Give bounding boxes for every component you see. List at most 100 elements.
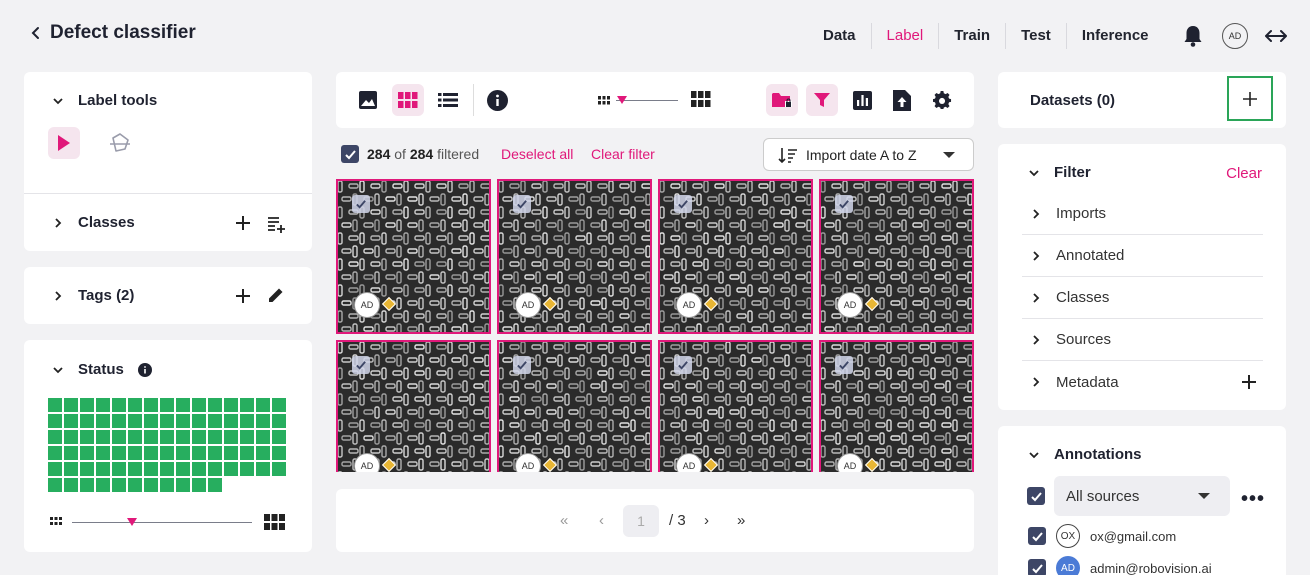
next-page-icon[interactable]: › — [704, 512, 709, 529]
nav-inference[interactable]: Inference — [1067, 23, 1164, 49]
settings-button[interactable] — [926, 84, 958, 116]
tile-checkbox[interactable] — [352, 195, 370, 213]
image-view-button[interactable] — [352, 84, 384, 116]
status-zoom-thumb[interactable] — [127, 518, 137, 526]
large-grid-icon[interactable] — [264, 514, 285, 530]
nav-train[interactable]: Train — [939, 23, 1007, 49]
image-tile[interactable]: AD — [819, 179, 974, 334]
annotations-header[interactable]: Annotations — [1028, 446, 1142, 463]
tile-avatar: AD — [837, 453, 863, 472]
chevron-right-icon — [55, 290, 62, 301]
polygon-tool-button[interactable] — [104, 127, 136, 159]
status-zoom-slider[interactable] — [72, 522, 252, 523]
status-cell — [160, 414, 174, 428]
list-view-button[interactable] — [432, 84, 464, 116]
image-tile[interactable]: AD — [336, 179, 491, 334]
all-sources-checkbox[interactable] — [1027, 487, 1045, 505]
user-avatar[interactable]: AD — [1222, 23, 1248, 49]
tile-avatar: AD — [515, 292, 541, 318]
sort-dropdown[interactable]: Import date A to Z — [763, 138, 974, 171]
filter-header[interactable]: Filter — [1028, 164, 1091, 181]
filter-item-metadata[interactable]: Metadata — [1022, 361, 1263, 403]
tile-checkbox[interactable] — [513, 195, 531, 213]
prev-page-icon[interactable]: ‹ — [599, 512, 604, 529]
tile-checkbox[interactable] — [352, 356, 370, 374]
tile-checkbox[interactable] — [674, 195, 692, 213]
folder-lock-button[interactable] — [766, 84, 798, 116]
status-header[interactable]: Status — [52, 361, 152, 378]
large-grid-icon[interactable] — [691, 91, 711, 107]
status-cell — [256, 414, 270, 428]
filter-button[interactable] — [806, 84, 838, 116]
status-cell — [64, 398, 78, 412]
edit-tags-icon[interactable] — [266, 285, 286, 305]
image-tile[interactable]: AD — [336, 340, 491, 472]
clear-filter-link[interactable]: Clear filter — [591, 146, 655, 162]
check-icon — [678, 200, 688, 209]
nav-label[interactable]: Label — [872, 23, 940, 49]
filter-item-label: Metadata — [1056, 373, 1119, 391]
status-cell — [256, 462, 270, 476]
deselect-all-link[interactable]: Deselect all — [501, 146, 573, 162]
small-grid-icon[interactable] — [598, 96, 610, 105]
image-tile[interactable]: AD — [658, 340, 813, 472]
status-cell — [80, 398, 94, 412]
grid-view-button[interactable] — [392, 84, 424, 116]
chart-button[interactable] — [846, 84, 878, 116]
tile-checkbox[interactable] — [674, 356, 692, 374]
tags-header[interactable]: Tags (2) — [52, 287, 134, 304]
add-class-list-icon[interactable] — [266, 214, 286, 234]
filter-item-sources[interactable]: Sources — [1022, 319, 1263, 361]
nav-test[interactable]: Test — [1006, 23, 1067, 49]
info-button[interactable] — [481, 84, 513, 116]
tile-checkbox[interactable] — [835, 195, 853, 213]
status-cell — [80, 430, 94, 444]
label-tools-header[interactable]: Label tools — [52, 92, 157, 109]
tile-checkbox[interactable] — [835, 356, 853, 374]
add-metadata-icon[interactable] — [1241, 374, 1257, 390]
add-class-icon[interactable] — [234, 214, 252, 232]
upload-button[interactable] — [886, 84, 918, 116]
first-page-icon[interactable]: « — [560, 512, 568, 529]
annotator-checkbox[interactable] — [1028, 559, 1046, 575]
status-cell — [224, 462, 238, 476]
back-button[interactable]: Defect classifier — [28, 22, 196, 44]
info-icon[interactable] — [137, 362, 152, 377]
image-tile[interactable]: AD — [497, 340, 652, 472]
annotator-row[interactable]: OX ox@gmail.com — [1028, 524, 1176, 548]
small-grid-icon[interactable] — [50, 517, 62, 527]
more-options-icon[interactable]: ••• — [1241, 488, 1265, 511]
nav-data[interactable]: Data — [808, 23, 872, 49]
classes-header[interactable]: Classes — [52, 214, 135, 231]
filter-item-annotated[interactable]: Annotated — [1022, 235, 1263, 277]
status-cell — [64, 446, 78, 460]
image-view-icon — [359, 91, 377, 109]
add-tag-icon[interactable] — [234, 287, 252, 305]
filter-clear-link[interactable]: Clear — [1226, 165, 1262, 182]
page-input[interactable]: 1 — [623, 505, 659, 537]
annotator-email: ox@gmail.com — [1090, 528, 1177, 544]
expand-horizontal-icon[interactable] — [1263, 25, 1289, 47]
status-cell — [96, 446, 110, 460]
status-cell — [176, 414, 190, 428]
select-all-checkbox[interactable] — [341, 145, 359, 163]
status-cell — [160, 478, 174, 492]
tile-checkbox[interactable] — [513, 356, 531, 374]
last-page-icon[interactable]: » — [737, 512, 745, 529]
info-icon — [486, 89, 508, 111]
sources-dropdown[interactable]: All sources — [1054, 476, 1230, 516]
bell-icon[interactable] — [1182, 24, 1204, 48]
annotator-row[interactable]: AD admin@robovision.ai — [1028, 556, 1212, 575]
image-tile[interactable]: AD — [497, 179, 652, 334]
tile-avatar: AD — [837, 292, 863, 318]
status-cell — [64, 462, 78, 476]
zoom-thumb[interactable] — [617, 96, 628, 104]
image-tile[interactable]: AD — [658, 179, 813, 334]
filter-item-imports[interactable]: Imports — [1022, 193, 1263, 235]
image-tile[interactable]: AD — [819, 340, 974, 472]
filter-item-classes[interactable]: Classes — [1022, 277, 1263, 319]
filter-item-label: Annotated — [1056, 247, 1125, 264]
pointer-tool-button[interactable] — [48, 127, 80, 159]
add-dataset-button[interactable] — [1227, 76, 1273, 121]
annotator-checkbox[interactable] — [1028, 527, 1046, 545]
